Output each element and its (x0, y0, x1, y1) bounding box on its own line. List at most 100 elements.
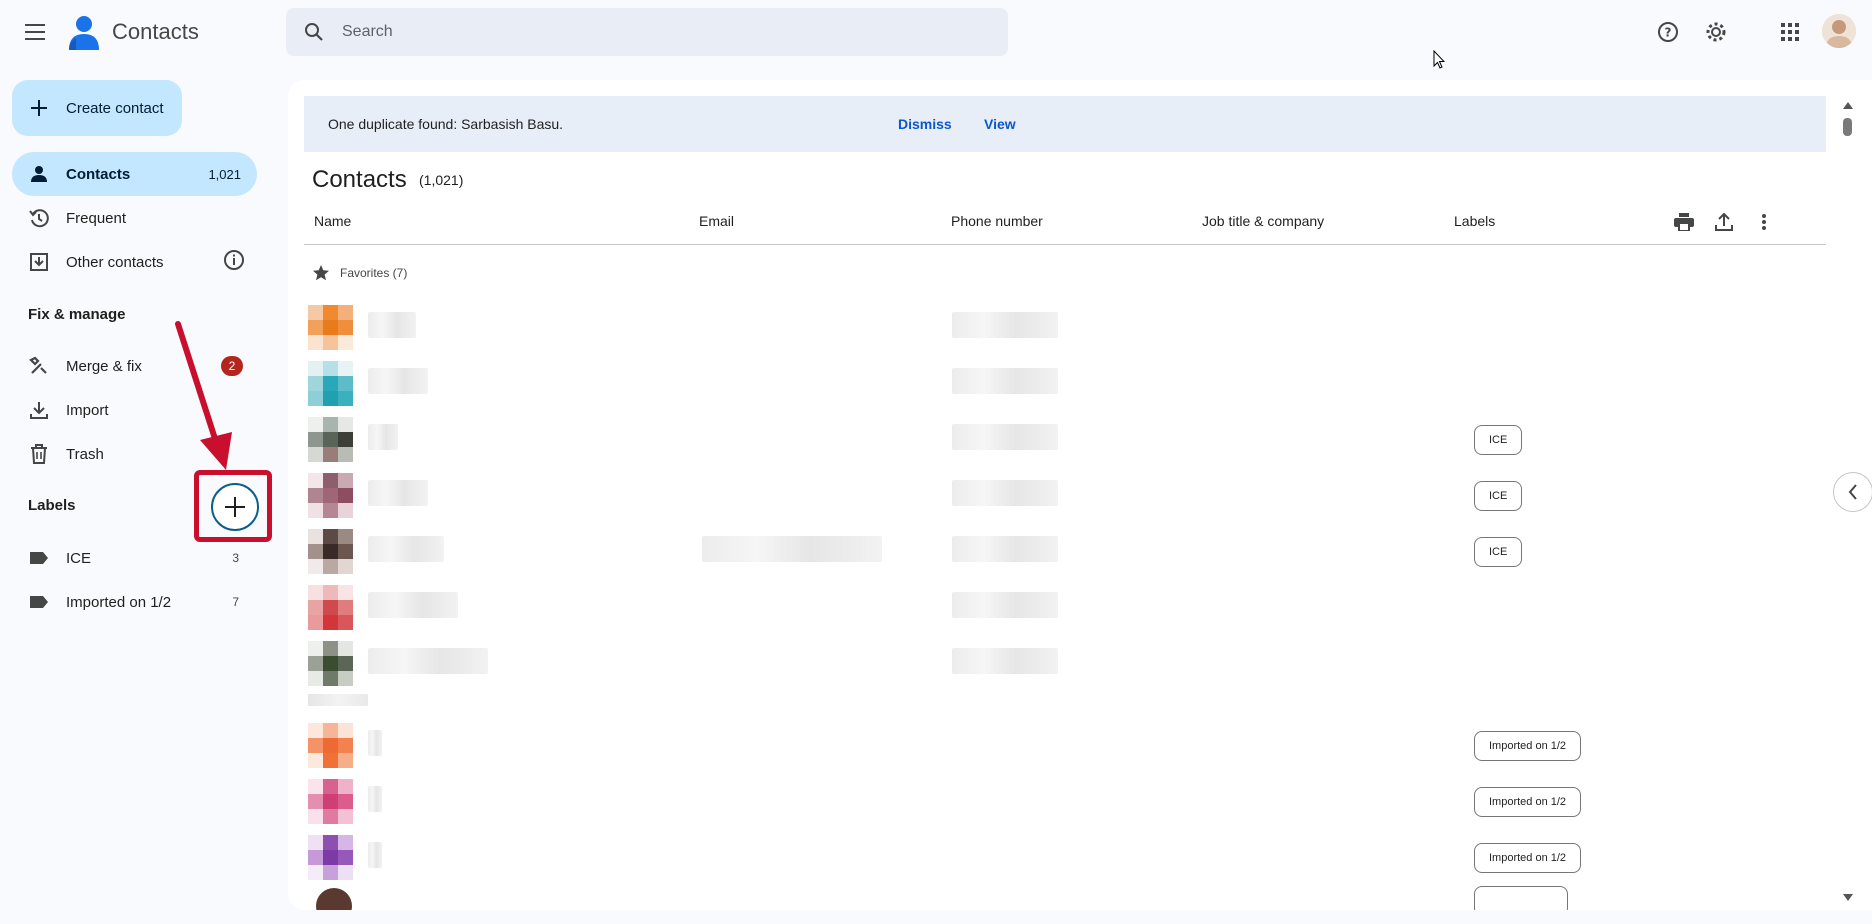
contact-avatar (316, 888, 352, 910)
contacts-main-panel: One duplicate found: Sarbasish Basu. Dis… (288, 80, 1872, 910)
redacted-name (368, 730, 382, 756)
hamburger-icon (25, 24, 45, 40)
page-title: Contacts (312, 166, 407, 193)
table-row[interactable]: Imported on 1/2 (304, 772, 1826, 828)
history-icon (12, 208, 66, 228)
dismiss-button[interactable]: Dismiss (898, 116, 952, 132)
more-options-button[interactable] (1746, 204, 1782, 240)
column-header-labels[interactable]: Labels (1454, 213, 1495, 229)
redacted-phone (952, 536, 1058, 562)
print-icon (1674, 213, 1694, 231)
sidebar-item-label: Imported on 1/2 (66, 593, 172, 611)
search-bar[interactable] (286, 8, 1008, 56)
header-divider (304, 244, 1826, 245)
chevron-left-icon (1848, 484, 1857, 500)
label-icon (12, 595, 66, 609)
settings-button[interactable] (1696, 12, 1736, 52)
label-chip-partial[interactable] (1474, 886, 1568, 910)
contact-avatar (308, 529, 353, 574)
favorites-group-header: Favorites (7) (312, 264, 407, 282)
app-title: Contacts (112, 19, 199, 44)
redacted-phone (952, 592, 1058, 618)
label-chip[interactable]: Imported on 1/2 (1474, 787, 1582, 817)
label-chip[interactable]: Imported on 1/2 (1474, 843, 1582, 873)
label-chip[interactable]: ICE (1474, 481, 1523, 511)
table-row[interactable] (304, 634, 1826, 690)
sidebar-item-label-ice[interactable]: ICE 3 (12, 536, 257, 580)
contact-avatar (308, 835, 353, 880)
label-chip[interactable]: ICE (1474, 537, 1523, 567)
redacted-name (368, 592, 458, 618)
sidebar-item-label-imported[interactable]: Imported on 1/2 7 (12, 580, 257, 624)
column-header-job[interactable]: Job title & company (1202, 213, 1324, 229)
mouse-cursor-icon (1433, 50, 1445, 69)
export-button[interactable] (1706, 204, 1742, 240)
redacted-name (368, 312, 416, 338)
contact-avatar (308, 473, 353, 518)
table-row[interactable]: Imported on 1/2 (304, 828, 1826, 884)
redacted-name (368, 648, 488, 674)
sidebar-item-frequent[interactable]: Frequent (12, 196, 257, 240)
side-panel-toggle[interactable] (1833, 472, 1872, 512)
star-icon (313, 265, 329, 281)
table-row[interactable] (304, 578, 1826, 634)
apps-grid-icon (1781, 23, 1799, 41)
help-button[interactable]: ? (1648, 12, 1688, 52)
table-row[interactable]: ICE (304, 522, 1826, 578)
label-count: 3 (232, 551, 239, 565)
label-chip[interactable]: Imported on 1/2 (1474, 731, 1582, 761)
more-vert-icon (1762, 214, 1766, 230)
create-contact-button[interactable]: Create contact (12, 80, 182, 136)
search-icon[interactable] (286, 22, 342, 42)
svg-text:?: ? (1665, 26, 1672, 40)
pointer-arrow-annotation (175, 321, 232, 470)
redacted-phone (952, 312, 1058, 338)
main-menu-button[interactable] (14, 12, 58, 52)
sidebar-item-label: Contacts (66, 165, 131, 183)
table-row[interactable]: Imported on 1/2 (304, 716, 1826, 772)
sidebar-item-label: Frequent (66, 209, 127, 227)
search-input[interactable] (342, 23, 942, 41)
contact-avatar (308, 585, 353, 630)
sidebar-item-contacts[interactable]: Contacts 1,021 (12, 152, 257, 196)
account-avatar[interactable] (1822, 14, 1856, 48)
app-header: Contacts ? (0, 0, 1872, 64)
contact-avatar (308, 723, 353, 768)
sidebar-item-label: Other contacts (66, 253, 164, 271)
label-chip[interactable]: ICE (1474, 425, 1523, 455)
apps-button[interactable] (1770, 12, 1810, 52)
table-row[interactable]: ICE (304, 410, 1826, 466)
label-count: 7 (232, 595, 239, 609)
contact-avatar (308, 361, 353, 406)
column-header-email[interactable]: Email (699, 213, 734, 229)
column-header-phone[interactable]: Phone number (951, 213, 1043, 229)
print-button[interactable] (1666, 204, 1702, 240)
add-label-button[interactable] (211, 483, 259, 531)
redacted-name (368, 786, 382, 812)
duplicate-banner: One duplicate found: Sarbasish Basu. Dis… (304, 96, 1826, 152)
contacts-logo-icon (66, 12, 102, 52)
table-row[interactable] (304, 354, 1826, 410)
scroll-up-arrow-icon[interactable] (1843, 102, 1853, 109)
redacted-name (368, 480, 428, 506)
trash-icon (12, 444, 66, 464)
favorites-label: Favorites (7) (340, 266, 408, 280)
table-row-partial[interactable] (304, 884, 1826, 910)
contact-avatar (308, 779, 353, 824)
redacted-email (702, 536, 882, 562)
redacted-phone (952, 648, 1058, 674)
labels-heading: Labels (28, 497, 76, 514)
scroll-thumb[interactable] (1843, 118, 1852, 136)
contact-avatar (308, 641, 353, 686)
view-button[interactable]: View (984, 116, 1016, 132)
redacted-name (368, 536, 444, 562)
contacts-count: 1,021 (208, 166, 241, 182)
info-icon[interactable] (223, 249, 245, 275)
table-row[interactable]: ICE (304, 466, 1826, 522)
table-row[interactable] (304, 298, 1826, 354)
upload-icon (1715, 213, 1733, 231)
sidebar-item-other-contacts[interactable]: Other contacts (12, 240, 257, 284)
tools-icon (12, 356, 66, 376)
scroll-down-arrow-icon[interactable] (1843, 894, 1853, 901)
column-header-name[interactable]: Name (314, 213, 351, 229)
